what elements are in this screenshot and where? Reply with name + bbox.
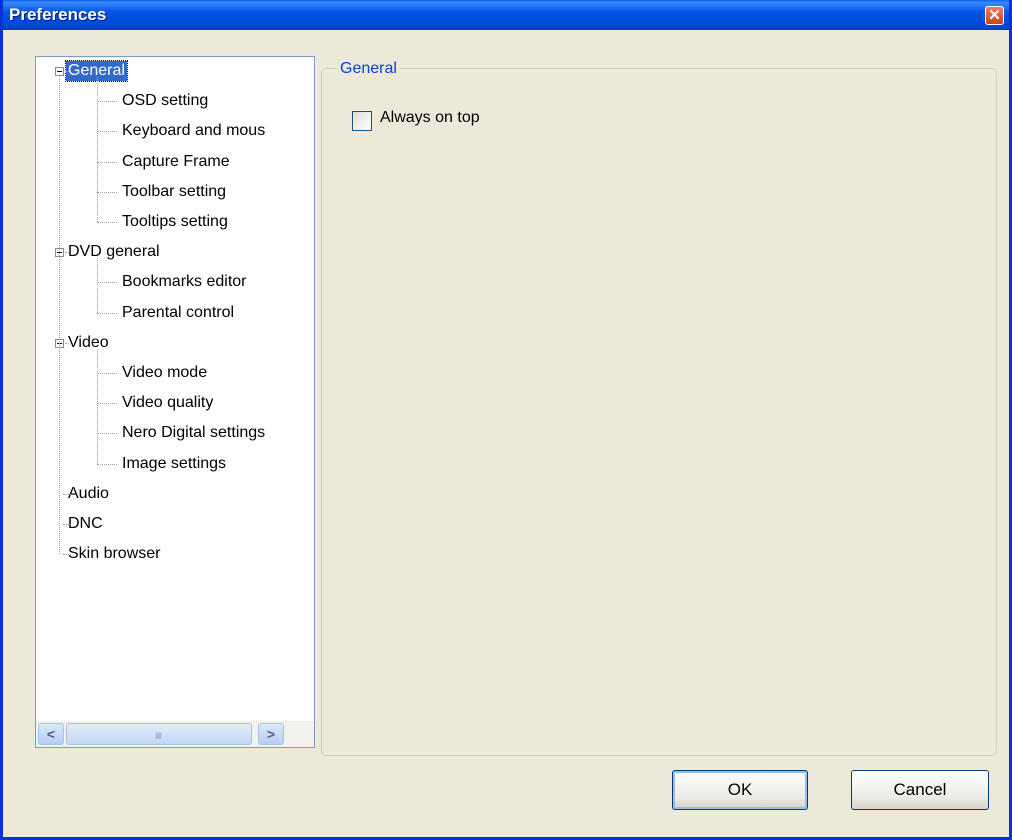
window-title: Preferences: [9, 5, 107, 24]
settings-tree: General OSD setting Keyboard and mous Captu…: [36, 57, 314, 721]
chevron-left-icon: <: [46, 726, 56, 742]
group-title: General: [337, 60, 400, 78]
tree-connector: [97, 258, 98, 313]
tree-item[interactable]: Tooltips setting: [120, 212, 230, 232]
tree-connector: [97, 77, 98, 222]
tree-connector: [65, 342, 69, 344]
close-button[interactable]: ✕: [985, 6, 1004, 25]
tree-connector: [63, 493, 71, 495]
tree-item[interactable]: DNC: [66, 514, 105, 534]
scroll-thumb[interactable]: IIII: [66, 723, 252, 745]
general-groupbox: [321, 68, 997, 756]
ok-button[interactable]: OK: [672, 770, 808, 810]
collapse-icon[interactable]: [55, 67, 64, 76]
chevron-right-icon: >: [266, 726, 276, 742]
tree-connector: [63, 524, 71, 525]
tree-connector: [97, 373, 117, 374]
tree-connector: [97, 161, 117, 163]
tree-item[interactable]: Audio: [66, 484, 111, 504]
close-icon: ✕: [988, 7, 1001, 24]
tree-connector: [97, 463, 117, 465]
tree-connector: [97, 222, 117, 223]
always-on-top-label[interactable]: Always on top: [380, 109, 480, 127]
tree-item[interactable]: Parental control: [120, 303, 236, 323]
tree-item[interactable]: DVD general: [66, 242, 162, 262]
scroll-right-button[interactable]: >: [258, 723, 284, 745]
tree-item[interactable]: Video quality: [120, 393, 215, 413]
tree-connector: [97, 101, 117, 103]
tree-connector: [97, 282, 117, 284]
tree-connector: [59, 77, 60, 555]
tree-connector: [97, 191, 117, 193]
tree-connector: [97, 131, 117, 133]
tree-item[interactable]: Skin browser: [66, 544, 162, 564]
tree-item[interactable]: Video: [66, 333, 111, 353]
horizontal-scrollbar[interactable]: < IIII >: [36, 721, 314, 747]
tree-connector: [97, 433, 117, 435]
scroll-left-button[interactable]: <: [38, 723, 64, 745]
tree-item[interactable]: Video mode: [120, 363, 209, 383]
tree-connector: [97, 403, 117, 405]
grip-icon: IIII: [155, 731, 162, 741]
tree-connector: [63, 554, 71, 556]
preferences-window: Preferences ✕ General OSD setting Keyboard…: [0, 0, 1012, 840]
tree-item[interactable]: Image settings: [120, 454, 228, 474]
tree-item[interactable]: Toolbar setting: [120, 182, 228, 202]
tree-item[interactable]: OSD setting: [120, 91, 210, 111]
tree-item[interactable]: Capture Frame: [120, 152, 232, 172]
settings-tree-panel: General OSD setting Keyboard and mous Captu…: [35, 56, 315, 748]
tree-item[interactable]: Nero Digital settings: [120, 423, 267, 443]
tree-connector: [97, 348, 98, 464]
tree-connector: [65, 252, 69, 254]
title-bar[interactable]: Preferences ✕: [3, 0, 1009, 30]
tree-item[interactable]: Keyboard and mous: [120, 121, 267, 141]
cancel-button[interactable]: Cancel: [851, 770, 989, 810]
tree-connector: [65, 71, 69, 72]
tree-connector: [97, 312, 117, 314]
always-on-top-checkbox[interactable]: [352, 111, 372, 131]
tree-item[interactable]: Bookmarks editor: [120, 272, 249, 292]
